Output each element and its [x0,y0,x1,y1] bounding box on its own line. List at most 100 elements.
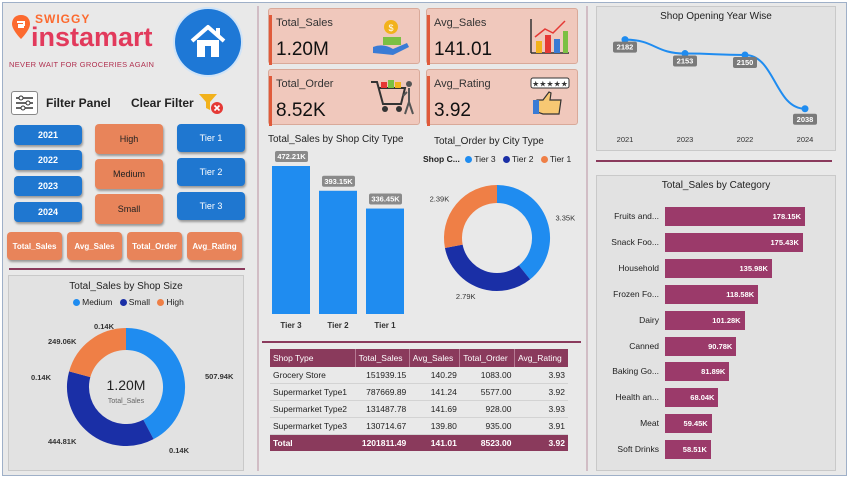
col-total-order[interactable]: Total_Order [459,349,515,367]
measure-button-total-sales[interactable]: Total_Sales [7,232,62,260]
kpi-avg-rating-value: 3.92 [434,100,471,121]
shop-size-title: Total_Sales by Shop Size [69,281,183,292]
year-line-label-3: 2038 [797,115,814,124]
city-bar-tick-2: Tier 1 [374,321,396,330]
kpi-avg-rating: Avg_Rating 3.92 ★★★★★ [426,69,578,126]
category-bar-label-7: 68.04K [690,393,715,403]
mid-separator [262,341,581,343]
kpi-avg-sales: Avg_Sales 141.01 [426,8,578,65]
brand-tagline: NEVER WAIT FOR GROCERIES AGAIN [9,60,155,69]
home-icon [190,25,226,57]
kpi-avg-sales-value: 141.01 [434,39,493,60]
col-shop-type[interactable]: Shop Type [270,349,356,367]
category-tick-5: Canned [629,340,659,351]
year-line-tick-0: 2021 [617,135,634,144]
category-bar-label-4: 101.28K [712,315,741,325]
mid-right-divider [586,6,588,471]
clear-filter-button[interactable] [197,91,225,115]
category-tick-2: Household [618,262,659,273]
cell: 141.24 [409,383,460,401]
kpi-total-sales: Total_Sales 1.20M $ [268,8,420,65]
year-button-2022[interactable]: 2022 [14,150,82,170]
home-button[interactable] [175,9,241,75]
col-avg-rating[interactable]: Avg_Rating [514,349,568,367]
year-line-point-3 [801,105,809,113]
city-donut-title: Total_Order by City Type [434,136,544,147]
year-button-2024[interactable]: 2024 [14,202,82,222]
size-button-medium[interactable]: Medium [95,159,163,189]
measure-button-avg-sales[interactable]: Avg_Sales [67,232,122,260]
category-bar-label-5: 90.78K [708,341,733,351]
legend-small: Small [128,297,150,307]
table-row: Supermarket Type1 787669.89 141.24 5577.… [270,383,568,401]
legend-medium: Medium [82,297,113,307]
cell: 130714.67 [355,417,410,435]
city-bar-title: Total_Sales by Shop City Type [268,134,404,145]
size-button-high[interactable]: High [95,124,163,154]
clear-filter-icon [199,94,223,114]
left-separator [9,268,245,270]
city-legend-tier1: Tier 1 [549,154,572,164]
year-line-chart: 2182 2021 2153 2023 2150 2022 2038 2024 [613,36,817,144]
city-bar-label-2: 336.45K [371,195,400,204]
size-button-small[interactable]: Small [95,194,163,224]
city-bar-tick-0: Tier 3 [280,321,302,330]
cell: Supermarket Type2 [270,400,356,418]
cell: 3.92 [514,383,568,401]
cell: 131487.78 [355,400,410,418]
cell: Grocery Store [270,367,356,384]
col-avg-sales[interactable]: Avg_Sales [409,349,461,367]
filter-settings-icon [11,91,38,115]
city-donut-label-2: 2.39K [430,195,450,204]
size-donut-label-0: 507.94K [205,372,234,381]
cell: 3.93 [514,400,568,418]
size-donut-center-value: 1.20M [107,377,146,393]
cell: 935.00 [459,417,515,435]
category-bar-label-3: 118.58K [726,289,755,299]
size-donut-label-4: 0.14K [169,446,190,455]
cell: Supermarket Type1 [270,383,356,401]
cell: 151939.15 [355,367,410,384]
table-total-row: Total 1201811.49 141.01 8523.00 3.92 [270,434,568,451]
year-line-tick-1: 2023 [677,135,694,144]
kpi-avg-rating-label: Avg_Rating [434,78,491,90]
size-donut-label-2: 249.06K [48,337,77,346]
category-tick-9: Soft Drinks [617,444,659,455]
brand-name-main: instamart [31,22,153,52]
kpi-total-sales-value: 1.20M [276,39,329,60]
tier-button-1[interactable]: Tier 1 [177,124,245,152]
swiggy-pin-icon [12,15,30,39]
year-line-panel: Shop Opening Year Wise 2182 2021 2153 2023 2… [596,6,836,151]
size-donut-label-1: 444.81K [48,437,77,446]
city-bar-1 [319,190,357,314]
size-donut-label-5: 0.14K [31,373,52,382]
tier-button-3[interactable]: Tier 3 [177,192,245,220]
shopping-cart-icon [371,80,414,115]
year-button-2021[interactable]: 2021 [14,125,82,145]
city-bar-2 [366,208,404,314]
city-legend-tier3: Tier 3 [474,154,496,164]
city-donut-label-1: 2.79K [456,292,476,301]
legend-high: High [166,297,184,307]
shop-size-donut-chart: 1.20M Total_Sales 507.94K 444.81K 249.06K 0.1… [31,322,234,455]
category-tick-8: Meat [640,418,659,429]
category-tick-3: Frozen Fo... [613,288,659,299]
year-line-label-2: 2150 [737,58,754,67]
right-separator [596,160,832,162]
measure-button-avg-rating[interactable]: Avg_Rating [187,232,242,260]
cell: 3.93 [514,367,568,384]
city-donut-slice-1 [444,244,531,291]
measure-button-total-order[interactable]: Total_Order [127,232,182,260]
city-donut-chart: 3.35K 2.79K 2.39K [430,185,575,301]
brand-logo: SWIGGY instamart NEVER WAIT FOR GROCERIE… [9,8,169,73]
total-cell: 3.92 [514,434,568,451]
category-tick-0: Fruits and... [614,211,659,221]
kpi-avg-sales-label: Avg_Sales [434,17,487,29]
col-total-sales[interactable]: Total_Sales [355,349,410,367]
category-bar-chart: Fruits and... 178.15K Snack Foo... 175.43K H… [597,176,835,470]
table-row: Grocery Store 151939.15 140.29 1083.00 3… [270,367,568,384]
kpi-total-order-value: 8.52K [276,100,326,121]
tier-button-2[interactable]: Tier 2 [177,158,245,186]
year-button-2023[interactable]: 2023 [14,176,82,196]
clear-filter-label[interactable]: Clear Filter [131,96,194,110]
